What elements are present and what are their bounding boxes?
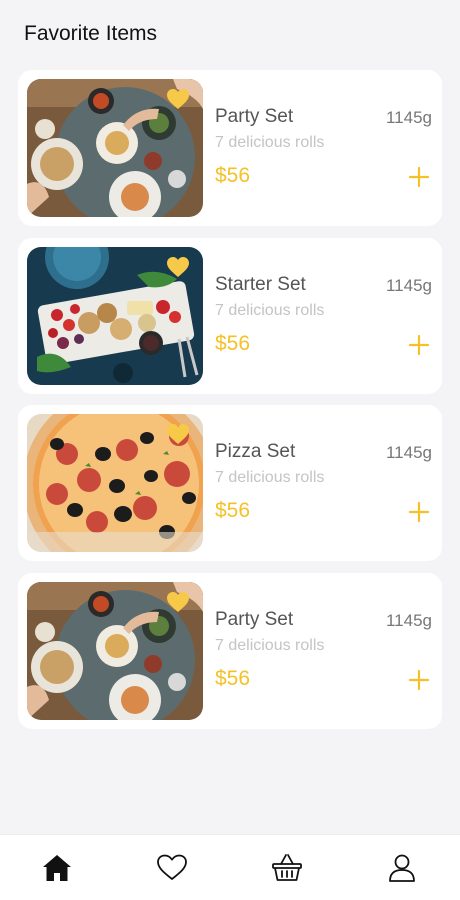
favorite-heart-icon[interactable] [166, 423, 190, 445]
item-name: Starter Set [215, 273, 306, 295]
add-to-cart-plus-icon[interactable] [408, 669, 430, 691]
item-name: Party Set [215, 106, 294, 127]
item-description: 7 delicious rolls [215, 636, 325, 654]
item-description: 7 delicious rolls [215, 134, 325, 151]
add-to-cart-plus-icon[interactable] [408, 166, 430, 188]
item-price: $56 [215, 331, 251, 355]
item-name: Pizza Set [215, 441, 296, 462]
favorites-list: Party Set 1145g 7 delicious rolls $56 St… [18, 70, 442, 740]
item-price: $56 [215, 499, 251, 522]
favorite-heart-icon[interactable] [166, 256, 190, 278]
add-to-cart-plus-icon[interactable] [408, 334, 430, 356]
list-item[interactable]: Party Set 1145g 7 delicious rolls $56 [18, 572, 442, 729]
user-icon[interactable] [385, 851, 419, 885]
favorite-heart-icon[interactable] [166, 591, 190, 613]
heart-icon[interactable] [155, 851, 189, 885]
item-weight: 1145g [385, 108, 432, 127]
item-price: $56 [215, 164, 251, 187]
item-name: Party Set [215, 608, 294, 630]
item-weight: 1145g [385, 275, 432, 295]
home-icon[interactable] [40, 851, 74, 885]
page-title: Favorite Items [24, 22, 158, 45]
favorite-heart-icon[interactable] [166, 88, 190, 110]
item-weight: 1145g [385, 443, 432, 462]
list-item[interactable]: Party Set 1145g 7 delicious rolls $56 [18, 70, 442, 226]
item-weight: 1145g [385, 610, 432, 630]
item-description: 7 delicious rolls [215, 469, 325, 486]
item-description: 7 delicious rolls [215, 301, 325, 319]
list-item[interactable]: Pizza Set 1145g 7 delicious rolls $56 [18, 405, 442, 561]
bottom-nav [0, 834, 460, 900]
list-item[interactable]: Starter Set 1145g 7 delicious rolls $56 [18, 237, 442, 394]
add-to-cart-plus-icon[interactable] [408, 501, 430, 523]
item-price: $56 [215, 666, 251, 690]
basket-icon[interactable] [270, 851, 304, 885]
